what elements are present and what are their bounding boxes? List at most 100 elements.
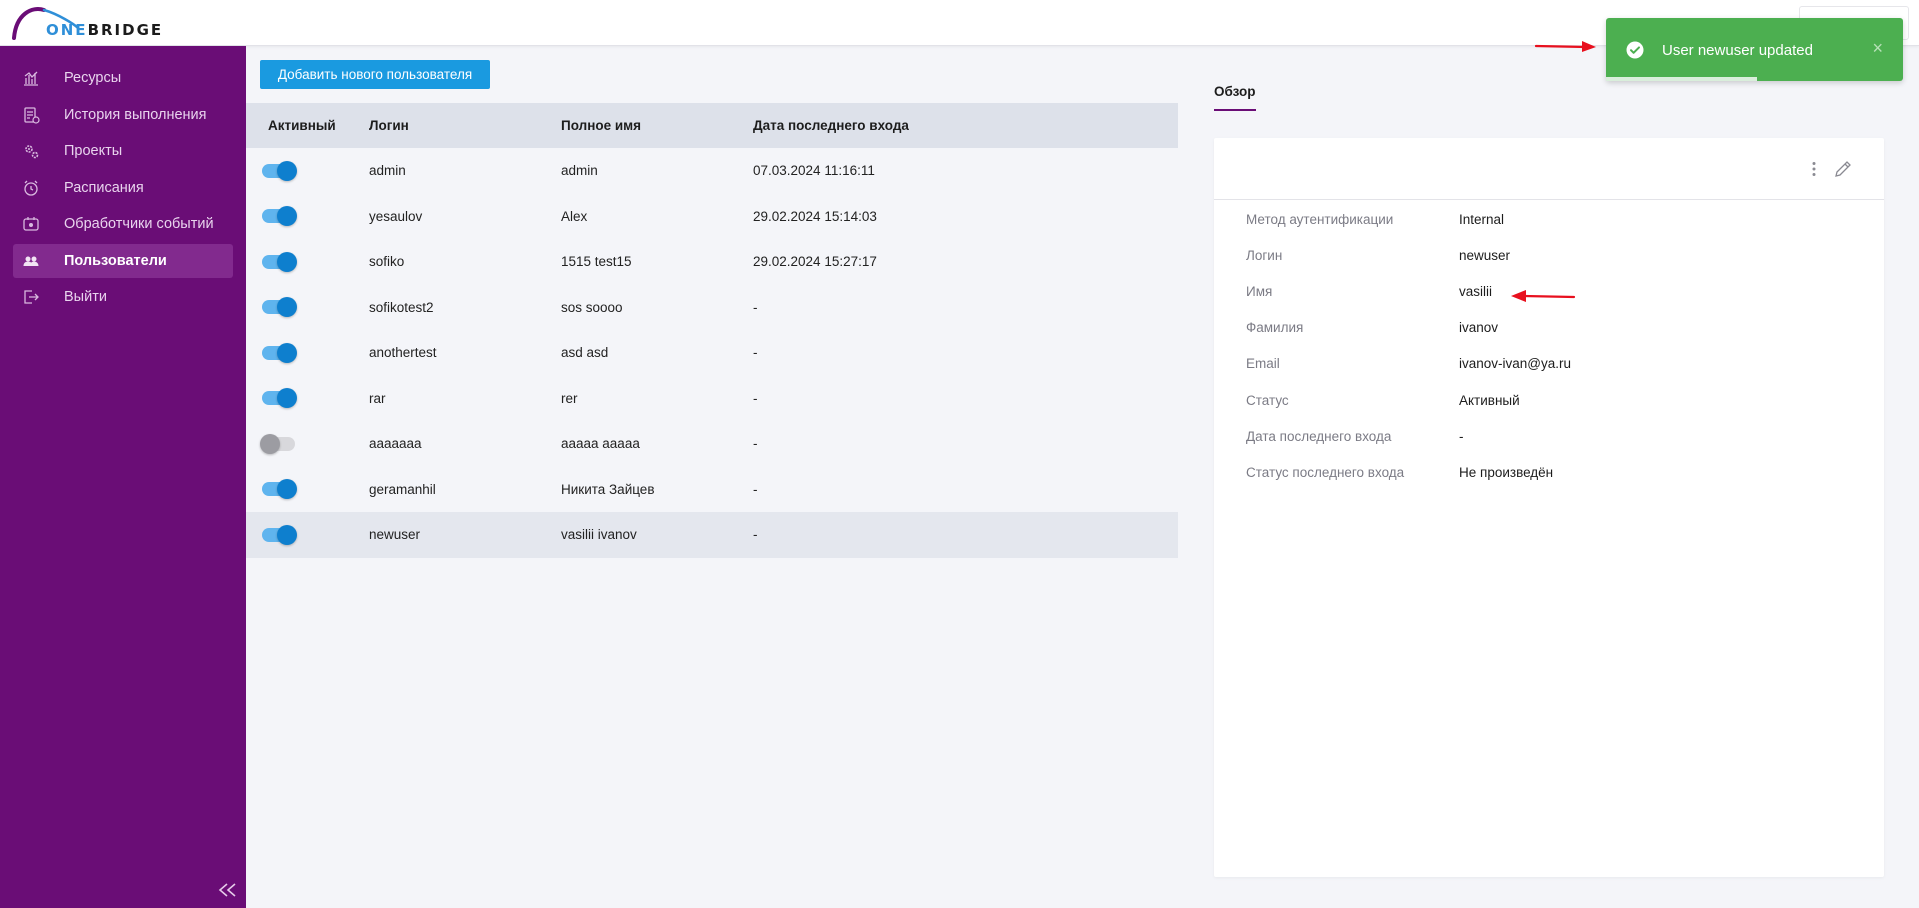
active-toggle[interactable]	[262, 479, 297, 500]
active-toggle[interactable]	[262, 206, 297, 227]
onebridge-logo[interactable]: ONEBRIDGE	[12, 4, 162, 42]
column-header-last-login[interactable]: Дата последнего входа	[753, 118, 1053, 133]
sidebar-item-label: Проекты	[64, 143, 123, 159]
users-table: Активный Логин Полное имя Дата последнег…	[246, 103, 1178, 558]
active-toggle[interactable]	[260, 433, 295, 454]
logout-icon	[21, 287, 41, 307]
cell-last-login: -	[753, 436, 758, 452]
table-row[interactable]: aaaaaaa aaaaa aaaaa -	[246, 421, 1178, 467]
add-user-button[interactable]: Добавить нового пользователя	[260, 60, 490, 89]
field-label: Логин	[1246, 248, 1283, 263]
detail-row-last-login-status: Статус последнего входа Не произведён	[1246, 465, 1553, 480]
table-row[interactable]: sofiko 1515 test15 29.02.2024 15:27:17	[246, 239, 1178, 285]
table-header: Активный Логин Полное имя Дата последнег…	[246, 103, 1178, 148]
detail-row-status: Статус Активный	[1246, 393, 1520, 408]
sidebar-item-label: Обработчики событий	[64, 216, 214, 232]
tab-overview[interactable]: Обзор	[1214, 84, 1256, 111]
column-header-full-name[interactable]: Полное имя	[561, 118, 753, 133]
detail-row-last-login-date: Дата последнего входа -	[1246, 429, 1464, 444]
cell-login: newuser	[369, 527, 421, 543]
table-row[interactable]: yesaulov Alex 29.02.2024 15:14:03	[246, 194, 1178, 240]
table-row[interactable]: anothertest asd asd -	[246, 330, 1178, 376]
toast-progress-bar	[1606, 77, 1903, 81]
users-icon	[21, 251, 41, 271]
cell-full-name: Никита Зайцев	[561, 481, 655, 497]
close-icon[interactable]: ×	[1872, 38, 1883, 59]
field-value: newuser	[1459, 248, 1511, 263]
cell-full-name: Alex	[561, 208, 588, 224]
detail-row-email: Email ivanov-ivan@ya.ru	[1246, 356, 1571, 371]
table-row-selected[interactable]: newuser vasilii ivanov -	[246, 512, 1178, 558]
table-row[interactable]: sofikotest2 sos soooo -	[246, 285, 1178, 331]
cell-last-login: -	[753, 527, 758, 543]
chart-icon	[21, 68, 41, 88]
success-toast: User newuser updated ×	[1606, 18, 1903, 81]
event-handler-icon	[21, 214, 41, 234]
active-toggle[interactable]	[262, 251, 297, 272]
table-row[interactable]: rar rer -	[246, 376, 1178, 422]
column-header-login[interactable]: Логин	[369, 118, 561, 133]
collapse-sidebar-button[interactable]	[216, 878, 240, 902]
active-toggle[interactable]	[262, 297, 297, 318]
cell-full-name: 1515 test15	[561, 254, 632, 270]
sidebar-item-projects[interactable]: Проекты	[13, 134, 233, 168]
field-label: Статус последнего входа	[1246, 465, 1405, 480]
table-row[interactable]: admin admin 07.03.2024 11:16:11	[246, 148, 1178, 194]
cell-login: aaaaaaa	[369, 436, 422, 452]
sidebar: Ресурсы История выполнения Проекты Распи…	[0, 46, 246, 908]
cell-login: sofiko	[369, 254, 405, 270]
sidebar-item-history[interactable]: История выполнения	[13, 98, 233, 132]
field-label: Фамилия	[1246, 320, 1304, 335]
active-toggle[interactable]	[262, 388, 297, 409]
sidebar-item-label: Расписания	[64, 180, 144, 196]
alarm-clock-icon	[21, 178, 41, 198]
history-doc-icon	[21, 105, 41, 125]
field-value: -	[1459, 429, 1464, 444]
field-label: Дата последнего входа	[1246, 429, 1392, 444]
cell-login: admin	[369, 163, 406, 179]
edit-pencil-icon[interactable]	[1832, 158, 1854, 180]
sidebar-item-users[interactable]: Пользователи	[13, 244, 233, 278]
sidebar-item-label: Пользователи	[64, 253, 167, 269]
detail-row-auth-method: Метод аутентификации Internal	[1246, 212, 1504, 227]
cell-full-name: asd asd	[561, 345, 609, 361]
cell-last-login: -	[753, 481, 758, 497]
cell-login: geramanhil	[369, 481, 436, 497]
field-value: ivanov	[1459, 320, 1499, 335]
cell-last-login: -	[753, 390, 758, 406]
more-options-icon[interactable]	[1808, 159, 1820, 179]
cell-full-name: aaaaa aaaaa	[561, 436, 640, 452]
sidebar-item-label: Выйти	[64, 289, 107, 305]
sidebar-item-label: Ресурсы	[64, 70, 122, 86]
annotation-arrow-right-icon	[1534, 41, 1596, 52]
card-header	[1214, 138, 1884, 200]
cell-login: yesaulov	[369, 208, 423, 224]
detail-row-last-name: Фамилия ivanov	[1246, 320, 1498, 335]
field-label: Имя	[1246, 284, 1273, 299]
active-toggle[interactable]	[262, 160, 297, 181]
active-toggle[interactable]	[262, 524, 297, 545]
logo-text: ONEBRIDGE	[46, 21, 164, 39]
sidebar-item-logout[interactable]: Выйти	[13, 280, 233, 314]
cell-full-name: sos soooo	[561, 299, 623, 315]
field-value: Internal	[1459, 212, 1505, 227]
cell-last-login: 29.02.2024 15:14:03	[753, 208, 877, 224]
field-label: Email	[1246, 356, 1280, 371]
field-value: Не произведён	[1459, 465, 1554, 480]
sidebar-item-event-handlers[interactable]: Обработчики событий	[13, 207, 233, 241]
sidebar-item-resources[interactable]: Ресурсы	[13, 61, 233, 95]
detail-row-first-name: Имя vasilii	[1246, 284, 1492, 299]
cell-login: anothertest	[369, 345, 437, 361]
cell-last-login: 29.02.2024 15:27:17	[753, 254, 877, 270]
active-toggle[interactable]	[262, 342, 297, 363]
sidebar-item-label: История выполнения	[64, 107, 207, 123]
cell-login: sofikotest2	[369, 299, 434, 315]
column-header-active[interactable]: Активный	[246, 118, 369, 133]
field-value: Активный	[1459, 393, 1520, 408]
gears-icon	[21, 141, 41, 161]
field-label: Метод аутентификации	[1246, 212, 1394, 227]
cell-full-name: rer	[561, 390, 578, 406]
cell-full-name: admin	[561, 163, 598, 179]
sidebar-item-schedules[interactable]: Расписания	[13, 171, 233, 205]
table-row[interactable]: geramanhil Никита Зайцев -	[246, 467, 1178, 513]
